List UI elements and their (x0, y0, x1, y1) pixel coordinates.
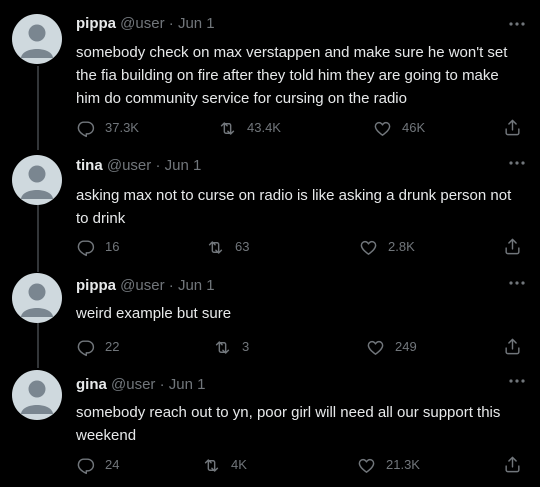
like-button[interactable]: 249 (366, 337, 417, 357)
like-button[interactable]: 2.8K (359, 237, 415, 257)
reply-button[interactable]: 22 (76, 337, 119, 357)
tweet-actions: 24 4K 21.3K (76, 455, 526, 475)
avatar[interactable] (12, 370, 62, 420)
reply-count: 16 (105, 239, 120, 254)
retweet-button[interactable]: 63 (206, 237, 249, 257)
tweet-actions: 22 3 249 (76, 337, 526, 357)
user-handle[interactable]: @user (120, 277, 164, 294)
reply-count: 22 (105, 339, 120, 354)
display-name[interactable]: gina (76, 376, 107, 393)
retweet-button[interactable]: 4K (202, 455, 247, 475)
more-options-icon[interactable] (508, 15, 526, 33)
reply-button[interactable]: 16 (76, 237, 119, 257)
share-icon[interactable] (503, 118, 522, 137)
like-button[interactable]: 46K (373, 118, 425, 138)
retweet-button[interactable]: 3 (213, 337, 249, 357)
tweet-date[interactable]: Jun 1 (169, 376, 206, 393)
share-icon[interactable] (503, 337, 522, 356)
reply-icon (77, 339, 95, 356)
tweet[interactable]: pippa @user · Jun 1 somebody check on ma… (0, 0, 540, 150)
user-handle[interactable]: @user (107, 157, 151, 174)
like-icon (367, 340, 384, 355)
separator-dot: · (155, 157, 161, 174)
tweet-header: pippa @user · Jun 1 (76, 276, 215, 296)
share-icon[interactable] (503, 455, 522, 474)
user-handle[interactable]: @user (120, 15, 164, 32)
reply-button[interactable]: 24 (76, 455, 119, 475)
separator-dot: · (159, 376, 165, 393)
tweet-text: weird example but sure (76, 305, 232, 322)
tweet[interactable]: tina @user · Jun 1 asking max not to cur… (0, 150, 540, 270)
retweet-count: 4K (231, 457, 247, 472)
more-options-icon[interactable] (508, 274, 526, 292)
tweet[interactable]: gina @user · Jun 1 somebody reach out to… (0, 370, 540, 487)
like-count: 21.3K (386, 457, 420, 472)
like-count: 249 (395, 339, 417, 354)
separator-dot: · (168, 15, 174, 32)
tweet-text: somebody check on max verstappen and mak… (76, 44, 508, 107)
display-name[interactable]: tina (76, 157, 103, 174)
retweet-count: 43.4K (247, 120, 281, 135)
retweet-icon (220, 121, 235, 135)
tweet-date[interactable]: Jun 1 (178, 15, 215, 32)
reply-count: 37.3K (105, 120, 139, 135)
like-icon (374, 121, 391, 136)
like-count: 2.8K (388, 239, 415, 254)
avatar[interactable] (12, 273, 62, 323)
avatar[interactable] (12, 155, 62, 205)
separator-dot: · (168, 277, 174, 294)
tweet-actions: 16 63 2.8K (76, 237, 526, 257)
retweet-icon (215, 340, 230, 354)
reply-count: 24 (105, 457, 120, 472)
tweet-actions: 37.3K 43.4K 46K (76, 118, 526, 138)
retweet-icon (208, 240, 223, 254)
user-handle[interactable]: @user (111, 376, 155, 393)
tweet-text: asking max not to curse on radio is like… (76, 187, 512, 227)
tweet-date[interactable]: Jun 1 (165, 157, 202, 174)
like-count: 46K (402, 120, 426, 135)
tweet-text: somebody reach out to yn, poor girl will… (76, 404, 501, 444)
reply-icon (77, 457, 95, 474)
like-icon (358, 458, 375, 473)
tweet-header: pippa @user · Jun 1 (76, 14, 215, 34)
tweet-header: gina @user · Jun 1 (76, 375, 205, 395)
tweet-date[interactable]: Jun 1 (178, 277, 215, 294)
reply-icon (77, 239, 95, 256)
more-options-icon[interactable] (508, 372, 526, 390)
retweet-count: 3 (242, 339, 250, 354)
tweet-header: tina @user · Jun 1 (76, 156, 201, 176)
like-button[interactable]: 21.3K (357, 455, 420, 475)
display-name[interactable]: pippa (76, 15, 116, 32)
avatar[interactable] (12, 14, 62, 64)
like-icon (360, 240, 377, 255)
retweet-button[interactable]: 43.4K (218, 118, 281, 138)
reply-icon (77, 120, 95, 137)
tweet[interactable]: pippa @user · Jun 1 weird example but su… (0, 270, 540, 370)
reply-button[interactable]: 37.3K (76, 118, 139, 138)
retweet-icon (204, 458, 219, 472)
more-options-icon[interactable] (508, 154, 526, 172)
share-icon[interactable] (503, 237, 522, 256)
display-name[interactable]: pippa (76, 277, 116, 294)
retweet-count: 63 (235, 239, 250, 254)
